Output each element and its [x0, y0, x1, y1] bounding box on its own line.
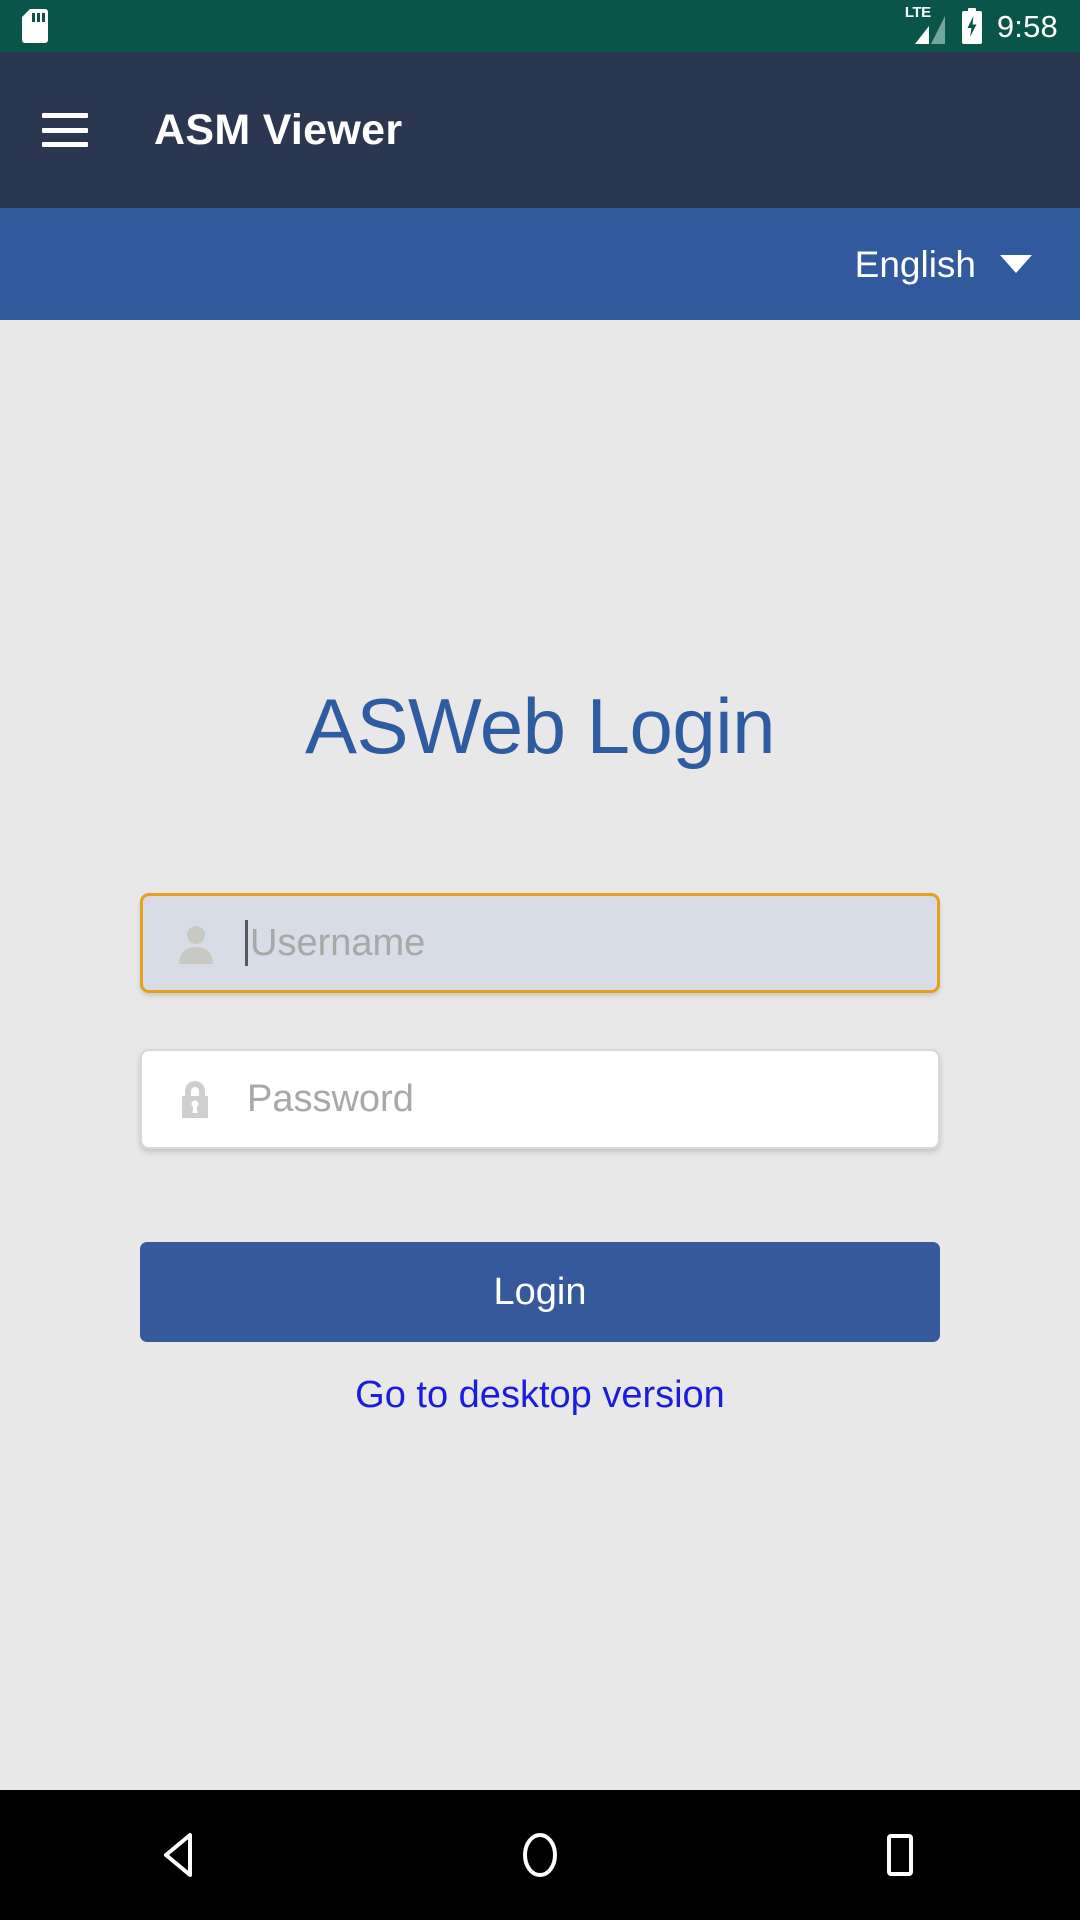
language-selector[interactable]: English: [855, 246, 1032, 283]
text-cursor: [245, 920, 248, 966]
hamburger-menu-icon[interactable]: [42, 113, 88, 147]
android-navigation-bar: [0, 1790, 1080, 1920]
status-bar-clock: 9:58: [996, 8, 1058, 44]
language-selector-label: English: [854, 243, 976, 285]
back-triangle-icon[interactable]: [90, 1790, 270, 1920]
phone-screen: LTE 9:58 ASM Viewer English ASWeb Login …: [0, 0, 1080, 1920]
page-title: ASWeb Login: [304, 682, 776, 770]
hamburger-line: [42, 142, 88, 147]
language-bar: English: [0, 208, 1080, 320]
signal-bars-icon: LTE: [905, 5, 947, 44]
username-field[interactable]: Username: [140, 893, 940, 993]
password-field[interactable]: Password: [140, 1049, 940, 1149]
home-circle-icon[interactable]: [450, 1790, 630, 1920]
go-to-desktop-version-link[interactable]: Go to desktop version: [0, 1376, 1080, 1414]
status-bar: LTE 9:58: [0, 0, 1080, 52]
hamburger-line: [42, 113, 88, 118]
recents-square-icon[interactable]: [810, 1790, 990, 1920]
app-title: ASM Viewer: [154, 105, 403, 154]
hamburger-line: [42, 127, 88, 133]
status-bar-left: [22, 9, 48, 43]
user-icon: [173, 920, 219, 966]
login-content: ASWeb Login Username Password Login Go t…: [0, 320, 1080, 1790]
sd-card-icon: [22, 9, 48, 43]
status-bar-right: LTE 9:58: [905, 5, 1058, 44]
app-bar: ASM Viewer: [0, 52, 1080, 208]
login-button[interactable]: Login: [140, 1242, 940, 1342]
password-placeholder: Password: [247, 1078, 414, 1120]
chevron-down-icon: [1000, 255, 1032, 273]
battery-charging-icon: [961, 8, 983, 44]
username-placeholder: Username: [250, 922, 426, 964]
lock-icon: [172, 1076, 218, 1122]
